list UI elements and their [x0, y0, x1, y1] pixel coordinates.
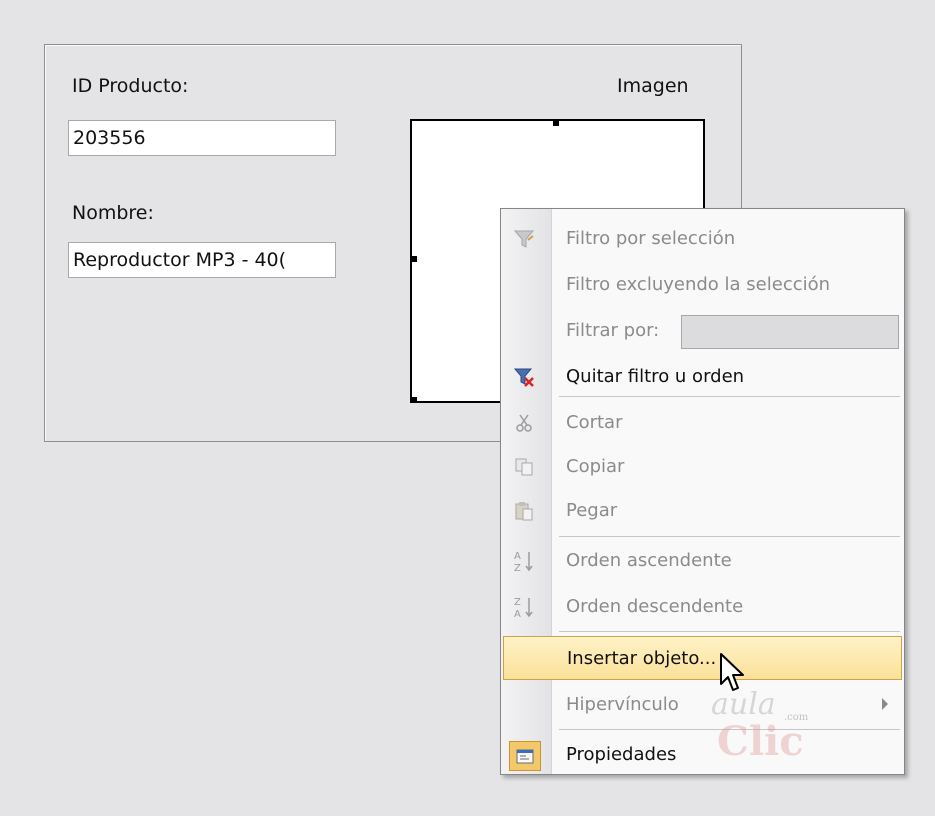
menu-separator [559, 631, 900, 632]
menu-item-label: Insertar objeto... [567, 648, 717, 669]
svg-text:Z: Z [514, 597, 521, 608]
menu-item-label: Filtro excluyendo la selección [566, 274, 831, 295]
sort-ascending-icon: AZ [511, 549, 537, 573]
sort-descending-icon: ZA [511, 595, 537, 619]
filtrar-por-input[interactable] [681, 315, 899, 349]
resize-handle-left[interactable] [411, 256, 417, 262]
scissors-icon [511, 411, 537, 435]
svg-text:A: A [514, 609, 521, 619]
menu-item-orden-ascendente[interactable]: AZ Orden ascendente [503, 539, 902, 583]
submenu-arrow-icon [882, 698, 888, 710]
id-producto-label: ID Producto: [72, 75, 189, 97]
copy-icon [511, 455, 537, 479]
menu-item-copiar[interactable]: Copiar [503, 445, 902, 489]
menu-item-cortar[interactable]: Cortar [503, 401, 902, 445]
svg-text:A: A [514, 551, 521, 562]
menu-item-pegar[interactable]: Pegar [503, 489, 902, 533]
watermark-text-2: Clic [717, 718, 804, 765]
menu-separator [559, 536, 900, 537]
menu-item-label: Copiar [566, 456, 625, 477]
mouse-cursor-icon [719, 652, 753, 700]
menu-separator [559, 396, 900, 397]
imagen-label: Imagen [617, 75, 689, 97]
paste-icon [511, 499, 537, 523]
menu-item-label: Pegar [566, 500, 618, 521]
context-menu: Filtro por selección Filtro excluyendo l… [500, 208, 905, 775]
menu-item-label: Hipervínculo [566, 694, 679, 715]
menu-item-orden-descendente[interactable]: ZA Orden descendente [503, 585, 902, 629]
menu-item-label: Cortar [566, 412, 623, 433]
menu-item-quitar-filtro[interactable]: Quitar filtro u orden [503, 355, 902, 399]
properties-icon [509, 741, 541, 771]
menu-item-filtro-excluyendo[interactable]: Filtro excluyendo la selección [503, 263, 902, 307]
id-producto-field[interactable]: 203556 [68, 120, 336, 156]
menu-item-hipervinculo[interactable]: Hipervínculo [503, 683, 902, 727]
menu-item-filtrar-por[interactable]: Filtrar por: [503, 309, 902, 353]
resize-handle-top[interactable] [553, 120, 559, 126]
menu-item-label: Quitar filtro u orden [566, 366, 745, 387]
menu-item-filtro-seleccion[interactable]: Filtro por selección [503, 217, 902, 261]
remove-filter-icon [511, 365, 537, 389]
menu-item-label: Filtrar por: [566, 320, 660, 341]
filter-selection-icon [511, 227, 537, 251]
menu-item-label: Propiedades [566, 744, 677, 765]
watermark-suffix: .com [784, 712, 809, 723]
menu-item-propiedades[interactable]: Propiedades [503, 733, 902, 777]
nombre-label: Nombre: [72, 202, 154, 224]
menu-item-label: Filtro por selección [566, 228, 736, 249]
menu-item-insertar-objeto[interactable]: Insertar objeto... [503, 636, 902, 680]
menu-item-label: Orden ascendente [566, 550, 732, 571]
resize-handle-bottom-left[interactable] [411, 397, 417, 403]
menu-item-label: Orden descendente [566, 596, 744, 617]
svg-text:Z: Z [514, 563, 521, 573]
nombre-field[interactable]: Reproductor MP3 - 40( [68, 242, 336, 278]
